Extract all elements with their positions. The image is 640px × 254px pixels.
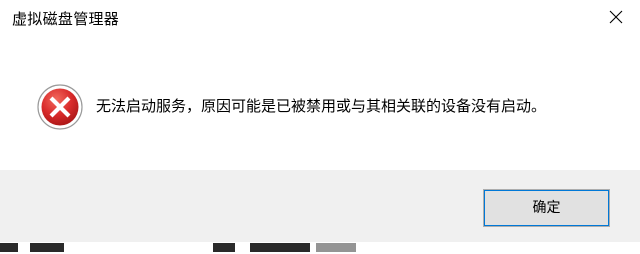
error-dialog: 虚拟磁盘管理器 无法启动服务，原因可能是已被禁用或与其相关联的设备没有启动。 确… <box>0 0 640 254</box>
ok-button[interactable]: 确定 <box>483 189 610 227</box>
close-button[interactable] <box>594 0 640 34</box>
button-bar: 确定 <box>0 170 640 242</box>
background-window-fragment <box>0 242 640 254</box>
close-icon <box>609 10 623 24</box>
dialog-content: 虚拟磁盘管理器 无法启动服务，原因可能是已被禁用或与其相关联的设备没有启动。 <box>0 0 640 170</box>
dialog-title: 虚拟磁盘管理器 <box>12 10 120 28</box>
error-message: 无法启动服务，原因可能是已被禁用或与其相关联的设备没有启动。 <box>96 97 547 115</box>
error-icon <box>36 83 84 131</box>
